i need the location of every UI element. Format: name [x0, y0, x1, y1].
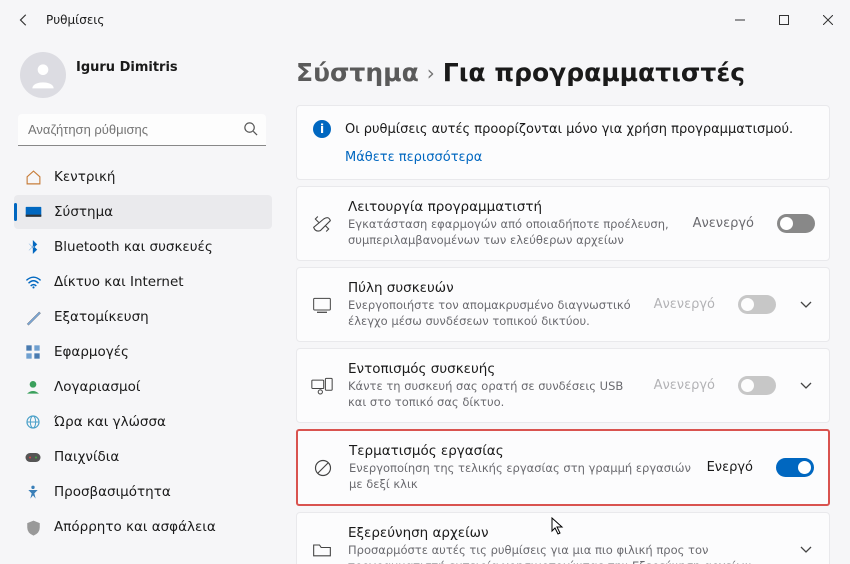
- bluetooth-icon: [24, 238, 42, 256]
- sidebar-item-time-language[interactable]: Ώρα και γλώσσα: [14, 405, 272, 439]
- main-content: Σύστημα › Για προγραμματιστές i Οι ρυθμί…: [280, 40, 850, 564]
- learn-more-link[interactable]: Μάθετε περισσότερα: [345, 150, 813, 165]
- sidebar-item-label: Λογαριασμοί: [54, 379, 140, 395]
- toggle-switch: [738, 376, 776, 395]
- breadcrumb: Σύστημα › Για προγραμματιστές: [296, 58, 830, 87]
- sidebar-item-accounts[interactable]: Λογαριασμοί: [14, 370, 272, 404]
- setting-file-explorer[interactable]: Εξερεύνηση αρχείων Προσαρμόστε αυτές τις…: [296, 512, 830, 564]
- window-controls: [718, 4, 850, 36]
- chevron-right-icon: ›: [427, 61, 435, 85]
- sidebar-item-label: Bluetooth και συσκευές: [54, 239, 213, 255]
- info-text: Οι ρυθμίσεις αυτές προορίζονται μόνο για…: [345, 122, 793, 137]
- info-icon: i: [313, 120, 331, 138]
- close-button[interactable]: [806, 4, 850, 36]
- sidebar-item-accessibility[interactable]: Προσβασιμότητα: [14, 475, 272, 509]
- toggle-switch[interactable]: [777, 214, 815, 233]
- sidebar-item-label: Ώρα και γλώσσα: [54, 414, 166, 430]
- sidebar-item-label: Απόρρητο και ασφάλεια: [54, 519, 216, 535]
- chevron-down-icon[interactable]: [797, 301, 815, 309]
- search-icon: [243, 121, 258, 140]
- minimize-button[interactable]: [718, 4, 762, 36]
- avatar: [20, 52, 66, 98]
- sidebar: Iguru Dimitris Κεντρική Σύστημα Bluetoot…: [0, 40, 280, 564]
- sidebar-item-gaming[interactable]: Παιχνίδια: [14, 440, 272, 474]
- user-profile[interactable]: Iguru Dimitris: [14, 52, 272, 114]
- breadcrumb-leaf: Για προγραμματιστές: [443, 58, 745, 87]
- setting-title: Εξερεύνηση αρχείων: [348, 525, 776, 541]
- sidebar-item-network[interactable]: Δίκτυο και Internet: [14, 265, 272, 299]
- setting-desc: Εγκατάσταση εφαρμογών από οποιαδήποτε πρ…: [348, 217, 678, 248]
- sidebar-item-label: Σύστημα: [54, 204, 113, 220]
- maximize-button[interactable]: [762, 4, 806, 36]
- search-input[interactable]: [18, 114, 266, 146]
- wrench-icon: [311, 213, 333, 235]
- gamepad-icon: [24, 448, 42, 466]
- wifi-icon: [24, 273, 42, 291]
- home-icon: [24, 168, 42, 186]
- chevron-down-icon[interactable]: [797, 546, 815, 554]
- toggle-switch[interactable]: [776, 458, 814, 477]
- titlebar: Ρυθμίσεις: [0, 0, 850, 40]
- setting-title: Εντοπισμός συσκευής: [348, 361, 639, 377]
- search-wrap: [18, 114, 266, 146]
- brush-icon: [24, 308, 42, 326]
- nav-list: Κεντρική Σύστημα Bluetooth και συσκευές …: [14, 160, 272, 544]
- sidebar-item-apps[interactable]: Εφαρμογές: [14, 335, 272, 369]
- setting-title: Λειτουργία προγραμματιστή: [348, 199, 678, 215]
- sidebar-item-label: Προσβασιμότητα: [54, 484, 171, 500]
- system-icon: [24, 203, 42, 221]
- setting-title: Πύλη συσκευών: [348, 280, 639, 296]
- discovery-icon: [311, 375, 333, 397]
- sidebar-item-privacy[interactable]: Απόρρητο και ασφάλεια: [14, 510, 272, 544]
- sidebar-item-bluetooth[interactable]: Bluetooth και συσκευές: [14, 230, 272, 264]
- setting-title: Τερματισμός εργασίας: [349, 443, 692, 459]
- sidebar-item-label: Παιχνίδια: [54, 449, 119, 465]
- status-label: Ανενεργό: [654, 297, 715, 312]
- setting-desc: Ενεργοποιήστε τον απομακρυσμένο διαγνωστ…: [348, 298, 639, 329]
- block-icon: [312, 457, 334, 479]
- accessibility-icon: [24, 483, 42, 501]
- sidebar-item-label: Εφαρμογές: [54, 344, 129, 360]
- window-title: Ρυθμίσεις: [46, 13, 104, 27]
- sidebar-item-system[interactable]: Σύστημα: [14, 195, 272, 229]
- setting-desc: Προσαρμόστε αυτές τις ρυθμίσεις για μια …: [348, 543, 776, 564]
- setting-developer-mode[interactable]: Λειτουργία προγραμματιστή Εγκατάσταση εφ…: [296, 186, 830, 261]
- status-label: Ενεργό: [707, 460, 753, 475]
- folder-icon: [311, 539, 333, 561]
- setting-device-discovery[interactable]: Εντοπισμός συσκευής Κάντε τη συσκευή σας…: [296, 348, 830, 423]
- back-button[interactable]: [16, 12, 32, 28]
- status-label: Ανενεργό: [693, 216, 754, 231]
- sidebar-item-home[interactable]: Κεντρική: [14, 160, 272, 194]
- apps-icon: [24, 343, 42, 361]
- sidebar-item-label: Εξατομίκευση: [54, 309, 149, 325]
- sidebar-item-personalization[interactable]: Εξατομίκευση: [14, 300, 272, 334]
- person-icon: [24, 378, 42, 396]
- chevron-down-icon[interactable]: [797, 382, 815, 390]
- shield-icon: [24, 518, 42, 536]
- setting-end-task[interactable]: Τερματισμός εργασίας Ενεργοποίηση της τε…: [296, 429, 830, 506]
- setting-desc: Ενεργοποίηση της τελικής εργασίας στη γρ…: [349, 461, 692, 492]
- toggle-switch: [738, 295, 776, 314]
- info-banner: i Οι ρυθμίσεις αυτές προορίζονται μόνο γ…: [296, 105, 830, 180]
- globe-icon: [24, 413, 42, 431]
- portal-icon: [311, 294, 333, 316]
- user-name: Iguru Dimitris: [76, 60, 178, 75]
- status-label: Ανενεργό: [654, 378, 715, 393]
- breadcrumb-root[interactable]: Σύστημα: [296, 58, 419, 87]
- sidebar-item-label: Δίκτυο και Internet: [54, 274, 184, 290]
- setting-desc: Κάντε τη συσκευή σας ορατή σε συνδέσεις …: [348, 379, 639, 410]
- setting-device-portal[interactable]: Πύλη συσκευών Ενεργοποιήστε τον απομακρυ…: [296, 267, 830, 342]
- sidebar-item-label: Κεντρική: [54, 169, 115, 185]
